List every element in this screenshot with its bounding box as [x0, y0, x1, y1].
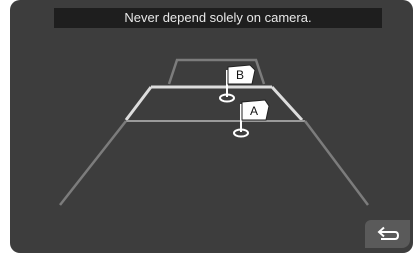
- return-arrow-icon: [377, 226, 399, 240]
- marker-flag-b: B: [219, 64, 256, 103]
- rear-camera-screen: Never depend solely on camera. B A: [10, 0, 413, 253]
- marker-flag-a: A: [233, 99, 270, 138]
- guide-left-lower-line: [59, 120, 127, 206]
- guide-right-lower-line: [304, 120, 369, 206]
- guide-right-mid-segment: [270, 85, 304, 122]
- parking-guide-lines: B A: [59, 58, 369, 206]
- back-button[interactable]: [365, 220, 410, 248]
- guide-left-mid-segment: [124, 86, 153, 121]
- marker-a-label: A: [250, 104, 258, 118]
- marker-b-label: B: [236, 68, 244, 82]
